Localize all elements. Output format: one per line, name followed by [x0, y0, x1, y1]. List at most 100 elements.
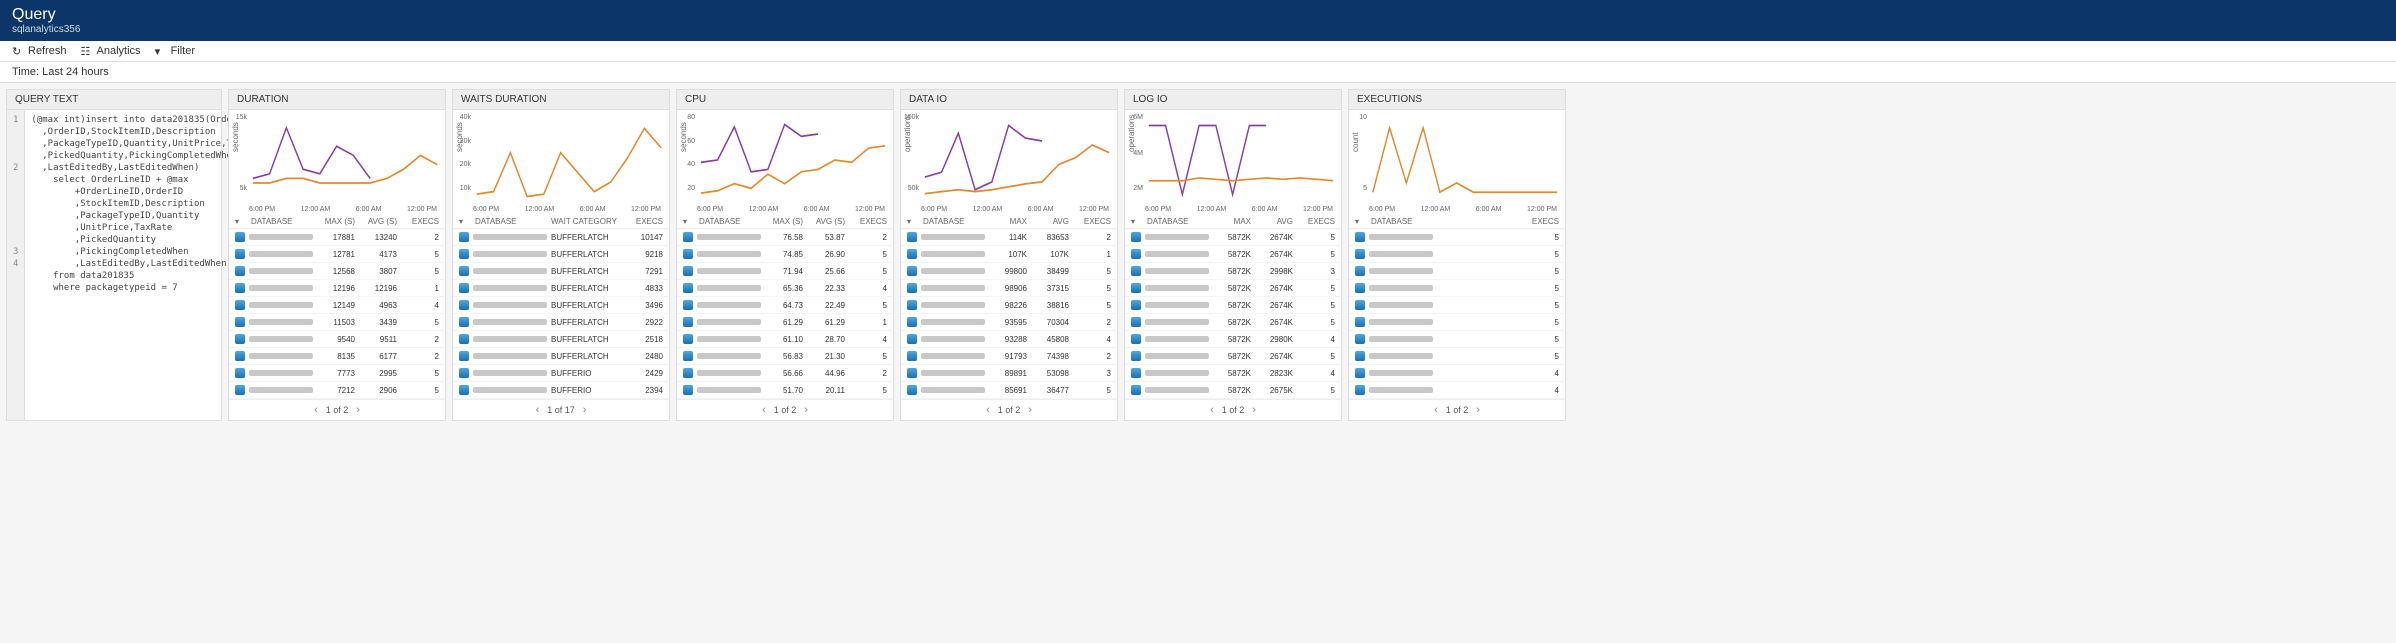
chart-logio[interactable]: operations6M4M2M	[1125, 110, 1341, 206]
chart-duration[interactable]: seconds15k5k	[229, 110, 445, 206]
table-row[interactable]: 954095112	[229, 331, 445, 348]
table-row[interactable]: 76.5853.872	[677, 229, 893, 246]
table-row[interactable]: 5872K2674K5	[1125, 246, 1341, 263]
table-row[interactable]: 5872K2674K5	[1125, 348, 1341, 365]
table-header: ▾DATABASEMAXAVGEXECS	[1125, 215, 1341, 229]
table-row[interactable]: BUFFERLATCH2480	[453, 348, 669, 365]
filter-icon[interactable]: ▾	[235, 217, 247, 226]
table-row[interactable]: BUFFERLATCH2922	[453, 314, 669, 331]
row-bar	[921, 251, 985, 257]
table-row[interactable]: 5	[1349, 246, 1565, 263]
chart-execs[interactable]: count105	[1349, 110, 1565, 206]
table-row[interactable]: BUFFERLATCH2518	[453, 331, 669, 348]
table-row[interactable]: 4	[1349, 382, 1565, 399]
table-row[interactable]: 5872K2674K5	[1125, 297, 1341, 314]
pager-prev[interactable]: ‹	[1210, 404, 1214, 416]
filter-label: Filter	[171, 45, 195, 57]
filter-button[interactable]: ▾ Filter	[155, 45, 195, 57]
table-row[interactable]: 17881132402	[229, 229, 445, 246]
table-row[interactable]: 12196121961	[229, 280, 445, 297]
table-row[interactable]: 99800384995	[901, 263, 1117, 280]
table-row[interactable]: 5872K2675K5	[1125, 382, 1341, 399]
time-range[interactable]: Time: Last 24 hours	[0, 62, 2396, 83]
pager-next[interactable]: ›	[1252, 404, 1256, 416]
table-row[interactable]: 777329955	[229, 365, 445, 382]
table-row[interactable]: BUFFERIO2429	[453, 365, 669, 382]
database-icon	[907, 385, 917, 395]
table-row[interactable]: BUFFERLATCH10147	[453, 229, 669, 246]
table-row[interactable]: 51.7020.115	[677, 382, 893, 399]
filter-icon[interactable]: ▾	[459, 217, 471, 226]
table-row[interactable]: BUFFERIO2394	[453, 382, 669, 399]
table-row[interactable]: 61.1028.704	[677, 331, 893, 348]
table-row[interactable]: 64.7322.495	[677, 297, 893, 314]
pager-next[interactable]: ›	[583, 404, 587, 416]
table-row[interactable]: 1256838075	[229, 263, 445, 280]
table-row[interactable]: BUFFERLATCH3496	[453, 297, 669, 314]
table-row[interactable]: 89891530983	[901, 365, 1117, 382]
table-row[interactable]: 5	[1349, 331, 1565, 348]
pager-prev[interactable]: ‹	[314, 404, 318, 416]
database-icon	[459, 351, 469, 361]
pager-prev[interactable]: ‹	[536, 404, 540, 416]
pager-prev[interactable]: ‹	[1434, 404, 1438, 416]
table-row[interactable]: 5872K2674K5	[1125, 280, 1341, 297]
table-row[interactable]: BUFFERLATCH9218	[453, 246, 669, 263]
table-row[interactable]: 5	[1349, 263, 1565, 280]
table-row[interactable]: 5872K2674K5	[1125, 314, 1341, 331]
filter-icon[interactable]: ▾	[907, 217, 919, 226]
table-row[interactable]: 98226388165	[901, 297, 1117, 314]
table-row[interactable]: 98906373155	[901, 280, 1117, 297]
table-row[interactable]: 1150334395	[229, 314, 445, 331]
table-row[interactable]: 65.3622.334	[677, 280, 893, 297]
table-row[interactable]: 5872K2674K5	[1125, 229, 1341, 246]
pager: ‹1 of 2›	[901, 399, 1117, 420]
filter-icon[interactable]: ▾	[683, 217, 695, 226]
analytics-button[interactable]: ☷ Analytics	[81, 45, 141, 57]
table-row[interactable]: 74.8526.905	[677, 246, 893, 263]
table-row[interactable]: 813561772	[229, 348, 445, 365]
pager-text: 1 of 2	[774, 405, 797, 415]
chart-waits[interactable]: seconds40k30k20k10k	[453, 110, 669, 206]
database-icon	[683, 249, 693, 259]
filter-icon[interactable]: ▾	[1131, 217, 1143, 226]
table-row[interactable]: 93595703042	[901, 314, 1117, 331]
pager-next[interactable]: ›	[356, 404, 360, 416]
table-row[interactable]: 5	[1349, 314, 1565, 331]
table-row[interactable]: 5	[1349, 280, 1565, 297]
table-row[interactable]: 107K107K1	[901, 246, 1117, 263]
table-row[interactable]: 5	[1349, 297, 1565, 314]
table-row[interactable]: 1214949634	[229, 297, 445, 314]
row-bar	[1145, 302, 1209, 308]
table-row[interactable]: 4	[1349, 365, 1565, 382]
table-row[interactable]: 56.8321.305	[677, 348, 893, 365]
table-row[interactable]: 56.6644.962	[677, 365, 893, 382]
chart-cpu[interactable]: seconds80604020	[677, 110, 893, 206]
table-row[interactable]: 1278141735	[229, 246, 445, 263]
chart-dataio[interactable]: operations100k50k	[901, 110, 1117, 206]
table-row[interactable]: 85691364775	[901, 382, 1117, 399]
table-row[interactable]: BUFFERLATCH7291	[453, 263, 669, 280]
table-row[interactable]: 91793743982	[901, 348, 1117, 365]
pager-prev[interactable]: ‹	[986, 404, 990, 416]
pager-next[interactable]: ›	[1028, 404, 1032, 416]
row-bar	[249, 285, 313, 291]
table-row[interactable]: 5872K2823K4	[1125, 365, 1341, 382]
table-row[interactable]: 721229065	[229, 382, 445, 399]
table-row[interactable]: 5	[1349, 348, 1565, 365]
table-row[interactable]: 93288458084	[901, 331, 1117, 348]
table-row[interactable]: 5872K2980K4	[1125, 331, 1341, 348]
pager-next[interactable]: ›	[1476, 404, 1480, 416]
pager-prev[interactable]: ‹	[762, 404, 766, 416]
refresh-button[interactable]: ↻ Refresh	[12, 45, 67, 57]
table-row[interactable]: 5872K2998K3	[1125, 263, 1341, 280]
filter-icon[interactable]: ▾	[1355, 217, 1367, 226]
table-row[interactable]: BUFFERLATCH4833	[453, 280, 669, 297]
pager-next[interactable]: ›	[804, 404, 808, 416]
row-bar	[1369, 251, 1433, 257]
code-editor[interactable]: 1234 (@max int)insert into data201835(Or…	[7, 110, 221, 420]
table-row[interactable]: 61.2961.291	[677, 314, 893, 331]
table-row[interactable]: 114K836532	[901, 229, 1117, 246]
table-row[interactable]: 71.9425.665	[677, 263, 893, 280]
table-row[interactable]: 5	[1349, 229, 1565, 246]
